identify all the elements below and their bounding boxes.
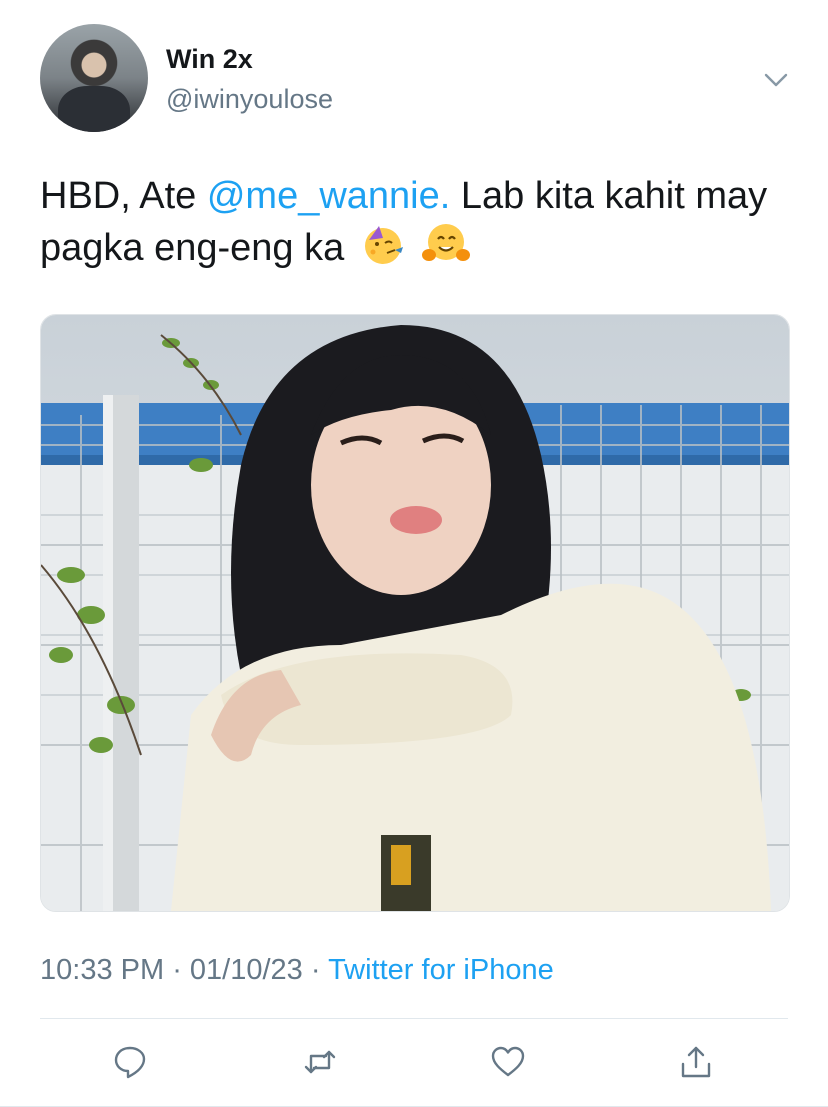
- meta-separator: ·: [302, 954, 329, 986]
- display-name[interactable]: Win 2x: [166, 44, 253, 75]
- share-icon[interactable]: [678, 1044, 714, 1080]
- tweet-source-link[interactable]: Twitter for iPhone: [328, 954, 554, 986]
- tweet-metadata: 10:33 PM · 01/10/23 · Twitter for iPhone: [40, 954, 554, 987]
- tweet-date: 01/10/23: [189, 954, 303, 986]
- chevron-down-icon[interactable]: [760, 64, 792, 96]
- tweet-time: 10:33 PM: [40, 954, 165, 986]
- tweet-text-part1: HBD, Ate: [40, 175, 207, 217]
- reply-icon[interactable]: [112, 1044, 148, 1080]
- retweet-icon[interactable]: [302, 1044, 338, 1080]
- meta-separator: ·: [164, 954, 190, 986]
- user-handle[interactable]: @iwinyoulose: [166, 84, 333, 115]
- hugging-face-emoji: [422, 224, 471, 261]
- tweet-photo[interactable]: [40, 314, 790, 912]
- divider: [40, 1018, 788, 1019]
- partying-face-emoji: [364, 226, 403, 264]
- photo-of-woman-in-fleece-jacket: [41, 315, 789, 911]
- tweet-text: HBD, Ate @me_wannie. Lab kita kahit may …: [40, 170, 800, 274]
- like-icon[interactable]: [490, 1044, 526, 1080]
- mention-link[interactable]: @me_wannie.: [207, 175, 450, 217]
- tweet-avatar[interactable]: [40, 24, 148, 132]
